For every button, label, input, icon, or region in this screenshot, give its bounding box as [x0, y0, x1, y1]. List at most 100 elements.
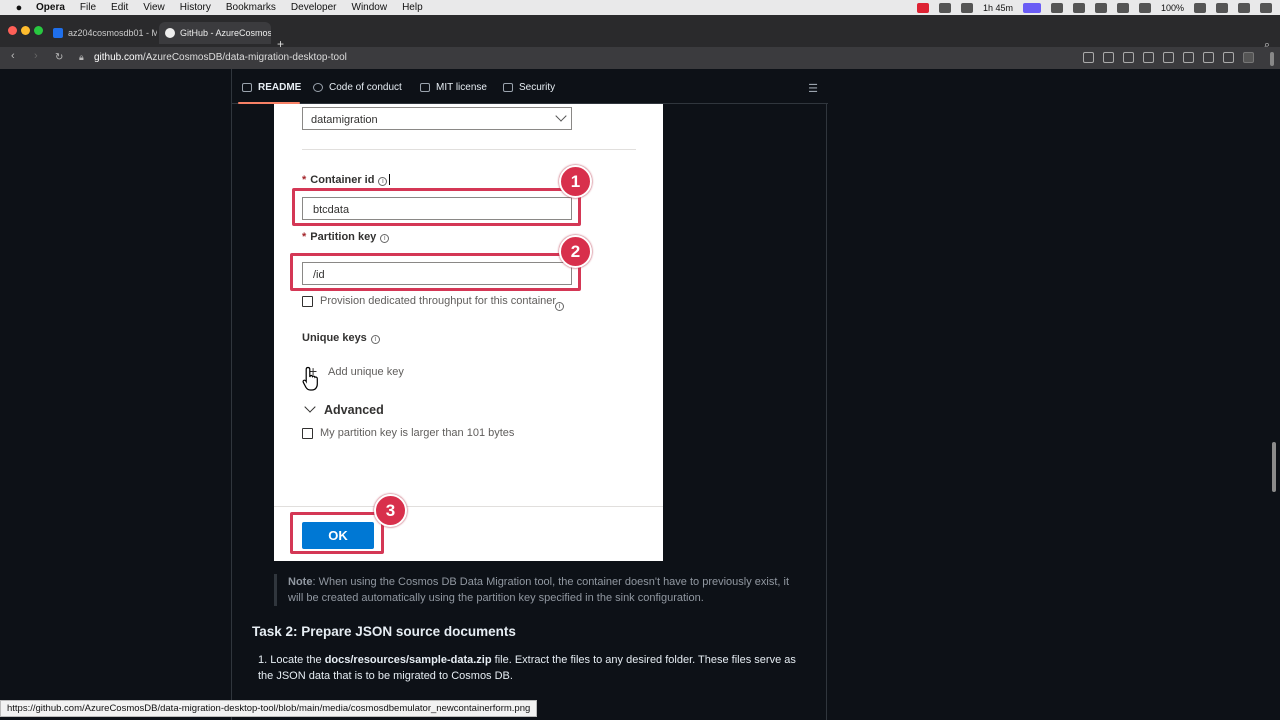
url-field[interactable]: github.com/AzureCosmosDB/data-migration-… [94, 52, 347, 63]
menu-window[interactable]: Window [352, 2, 388, 13]
siri-icon[interactable] [1260, 2, 1272, 13]
menu-edit[interactable]: Edit [111, 2, 128, 13]
tab-github[interactable]: GitHub - AzureCosmosD [159, 22, 271, 44]
heart-icon[interactable] [1183, 52, 1194, 63]
menu-help[interactable]: Help [402, 2, 423, 13]
unique-keys-label-text: Unique keys [302, 332, 367, 344]
forward-icon[interactable]: › [34, 50, 38, 62]
web-page: README Code of conduct MIT license Secur… [0, 69, 1280, 720]
tab-label: GitHub - AzureCosmosD [180, 28, 271, 38]
maximize-window-button[interactable] [34, 26, 43, 35]
menu-icon[interactable] [1223, 52, 1234, 63]
highlight-box-2 [290, 253, 581, 291]
advanced-section-label: Advanced [324, 403, 384, 417]
url-host: github.com [94, 52, 143, 63]
tab-mit-license-label: MIT license [436, 82, 487, 93]
menu-view[interactable]: View [143, 2, 165, 13]
extension-icon[interactable] [938, 2, 951, 13]
container-id-label-text: Container id [310, 174, 375, 186]
tab-security[interactable]: Security [503, 82, 555, 93]
tab-label: az204cosmosdb01 - Mi [68, 28, 157, 38]
tab-mit-license[interactable]: MIT license [420, 82, 487, 93]
link-hover-status-bar: https://github.com/AzureCosmosDB/data-mi… [0, 700, 538, 717]
chevron-down-icon [304, 401, 316, 413]
shield-icon[interactable] [1143, 52, 1154, 63]
large-partition-key-label: My partition key is larger than 101 byte… [320, 427, 515, 439]
note-prefix: Note [288, 576, 313, 588]
edit-icon[interactable] [1103, 52, 1114, 63]
camera-icon[interactable] [1123, 52, 1134, 63]
menu-app-name[interactable]: Opera [36, 2, 65, 13]
info-icon: i [370, 335, 380, 344]
close-window-button[interactable] [8, 26, 17, 35]
list-item: 1. Locate the docs/resources/sample-data… [258, 652, 803, 684]
clipboard-icon[interactable] [1094, 2, 1107, 13]
battery-icon[interactable] [1194, 2, 1206, 13]
tab-code-of-conduct-label: Code of conduct [329, 82, 402, 93]
menu-file[interactable]: File [80, 2, 96, 13]
reload-icon[interactable]: ↻ [55, 52, 63, 63]
readme-container: README Code of conduct MIT license Secur… [231, 69, 828, 720]
note-blockquote: Note: When using the Cosmos DB Data Migr… [274, 574, 794, 606]
url-path: /AzureCosmosDB/data-migration-desktop-to… [142, 52, 347, 63]
required-marker: * [302, 174, 307, 186]
wifi-icon[interactable] [1216, 2, 1228, 13]
unique-keys-label: Unique keys i [302, 332, 380, 344]
tab-security-label: Security [519, 82, 556, 93]
play-icon[interactable] [1163, 52, 1174, 63]
partition-key-label: * Partition key i [302, 231, 390, 243]
heart-icon [313, 83, 323, 92]
step-badge-3: 3 [374, 494, 407, 527]
profile-icon[interactable] [1243, 52, 1254, 63]
info-icon: i [380, 234, 390, 243]
law-icon [503, 83, 513, 92]
back-icon[interactable]: ‹ [11, 50, 15, 62]
note-text: : When using the Cosmos DB Data Migratio… [288, 576, 790, 604]
law-icon [420, 83, 430, 92]
outline-list-icon[interactable]: ☰ [808, 82, 818, 95]
page-scrollbar-thumb[interactable] [1272, 442, 1276, 492]
hand-pointer-cursor-icon [302, 366, 318, 391]
new-container-form-image[interactable]: datamigration * Container id i btcdata 1 *… [274, 104, 663, 561]
partition-key-label-text: Partition key [310, 231, 377, 243]
menu-developer[interactable]: Developer [291, 2, 337, 13]
reader-icon[interactable] [1083, 52, 1094, 63]
macos-menu-bar: ● Opera File Edit View History Bookmarks… [0, 0, 1280, 15]
sidebar-scroll-indicator[interactable] [1270, 52, 1274, 66]
volume-icon[interactable] [1116, 2, 1129, 13]
settings-icon[interactable] [1138, 2, 1151, 13]
readme-nav: README Code of conduct MIT license Secur… [232, 69, 828, 104]
control-center-icon[interactable] [1238, 2, 1250, 13]
provision-throughput-checkbox [302, 296, 313, 307]
large-partition-key-checkbox [302, 428, 313, 439]
tab-readme[interactable]: README [242, 82, 301, 93]
info-icon: i [378, 177, 388, 186]
lock-icon: 🔒︎ [79, 52, 84, 62]
address-bar-actions [1083, 52, 1254, 63]
provision-throughput-label: Provision dedicated throughput for this … [320, 295, 557, 307]
cloud-icon[interactable] [1050, 2, 1063, 13]
tab-azure-portal[interactable]: az204cosmosdb01 - Mi [47, 22, 157, 44]
battery-percent[interactable]: 100% [1161, 3, 1184, 13]
add-unique-key-label: Add unique key [328, 366, 404, 378]
tab-code-of-conduct[interactable]: Code of conduct [313, 82, 402, 93]
highlight-box-3 [290, 512, 384, 554]
minimize-window-button[interactable] [21, 26, 30, 35]
battery-time[interactable]: 1h 45m [983, 3, 1013, 13]
azure-icon [53, 28, 63, 38]
text-cursor [389, 174, 391, 185]
github-icon [165, 28, 175, 38]
task2-heading: Task 2: Prepare JSON source documents [252, 624, 516, 639]
download-icon[interactable] [1203, 52, 1214, 63]
menu-history[interactable]: History [180, 2, 211, 13]
step-badge-1: 1 [559, 165, 592, 198]
form-divider [302, 149, 636, 150]
screen-share-icon[interactable] [1022, 2, 1041, 13]
cloud-icon-2[interactable] [1072, 2, 1085, 13]
record-icon[interactable] [916, 2, 929, 13]
database-dropdown: datamigration [302, 107, 572, 130]
list-item-filename: docs/resources/sample-data.zip [324, 654, 492, 666]
apple-icon[interactable]: ● [12, 2, 26, 14]
display-icon[interactable] [960, 2, 973, 13]
menu-bookmarks[interactable]: Bookmarks [226, 2, 276, 13]
